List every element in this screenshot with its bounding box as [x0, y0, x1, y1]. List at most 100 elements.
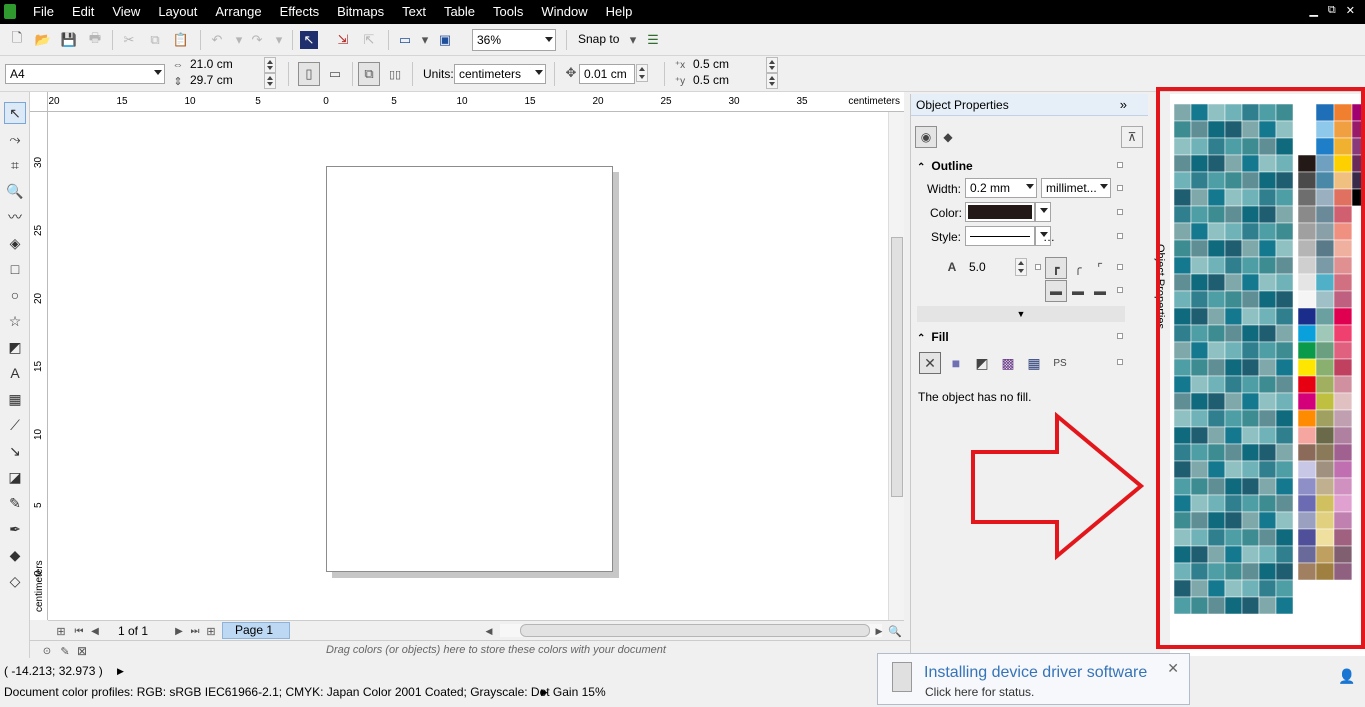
- menu-window[interactable]: Window: [532, 0, 596, 24]
- menu-table[interactable]: Table: [435, 0, 484, 24]
- all-pages-icon[interactable]: ⧉: [358, 62, 380, 86]
- horizontal-ruler[interactable]: 20 15 10 5 0 5 10 15 20 25 30 35 centime…: [48, 92, 904, 112]
- cut-icon[interactable]: ✂: [120, 31, 138, 49]
- basic-shapes-tool-icon[interactable]: ◩: [4, 336, 26, 358]
- ruler-origin[interactable]: [30, 92, 48, 112]
- insert-page-after-icon[interactable]: ⊞: [202, 622, 220, 640]
- scrollbar-thumb[interactable]: [891, 237, 903, 497]
- insert-page-before-icon[interactable]: ⊞: [52, 622, 70, 640]
- bevel-join-icon[interactable]: ⌜: [1089, 257, 1111, 279]
- ellipse-tool-icon[interactable]: ○: [4, 284, 26, 306]
- expand-arrow-icon[interactable]: ▶: [117, 661, 124, 681]
- drop-shadow-tool-icon[interactable]: ◪: [4, 466, 26, 488]
- current-page-icon[interactable]: ▯▯: [384, 64, 406, 84]
- no-color-swatch[interactable]: ⊠: [73, 642, 91, 660]
- document-color-profiles[interactable]: Document color profiles: RGB: sRGB IEC61…: [4, 682, 606, 702]
- scrollbar-thumb[interactable]: [520, 624, 870, 637]
- horizontal-scrollbar[interactable]: [500, 624, 882, 637]
- freehand-tool-icon[interactable]: 〰: [4, 206, 26, 228]
- eyedropper-tool-icon[interactable]: ✎: [4, 492, 26, 514]
- outline-width-select[interactable]: 0.2 mm: [965, 178, 1037, 198]
- more-options-button[interactable]: …: [1043, 230, 1055, 244]
- units-select[interactable]: centimeters: [454, 64, 546, 84]
- user-icon[interactable]: 👤: [1338, 667, 1356, 685]
- search-content-icon[interactable]: ↖: [300, 31, 318, 49]
- scroll-left-icon[interactable]: ◀: [480, 622, 498, 640]
- menu-bitmaps[interactable]: Bitmaps: [328, 0, 393, 24]
- outline-tab-icon[interactable]: ◉: [915, 126, 937, 148]
- color-dropdown[interactable]: [1035, 202, 1051, 222]
- duplicate-y-input[interactable]: 0.5 cm: [689, 73, 765, 90]
- menu-text[interactable]: Text: [393, 0, 435, 24]
- fill-tool-icon[interactable]: ◆: [4, 544, 26, 566]
- application-launcher-icon[interactable]: ▭: [396, 31, 414, 49]
- dimension-tool-icon[interactable]: ⟋: [4, 414, 26, 436]
- smart-fill-tool-icon[interactable]: ◈: [4, 232, 26, 254]
- expand-outline-button[interactable]: ▼: [917, 306, 1125, 322]
- menu-tools[interactable]: Tools: [484, 0, 532, 24]
- page-width-spinner[interactable]: [264, 57, 276, 73]
- miter-spinner[interactable]: [1015, 258, 1027, 276]
- paste-icon[interactable]: 📋: [172, 31, 190, 49]
- menu-help[interactable]: Help: [597, 0, 642, 24]
- round-join-icon[interactable]: ╭: [1067, 257, 1089, 279]
- pattern-fill-icon[interactable]: ▩: [997, 352, 1019, 374]
- fountain-fill-icon[interactable]: ◩: [971, 352, 993, 374]
- landscape-icon[interactable]: ▭: [324, 64, 346, 84]
- snap-to-button[interactable]: Snap to: [578, 29, 619, 49]
- close-notification-icon[interactable]: ✕: [1167, 660, 1179, 677]
- new-document-icon[interactable]: 🗋: [8, 30, 26, 49]
- page-height-input[interactable]: 29.7 cm: [186, 73, 262, 90]
- postscript-fill-icon[interactable]: PS: [1049, 352, 1071, 374]
- docker-options-icon[interactable]: ⊼: [1121, 126, 1143, 148]
- uniform-fill-icon[interactable]: ■: [945, 352, 967, 374]
- vertical-ruler[interactable]: 30 25 20 15 10 5 0 centimeters: [30, 112, 48, 620]
- document-palette[interactable]: ⊙ ✎ ⊠ Drag colors (or objects) here to s…: [30, 640, 910, 660]
- page-size-select[interactable]: A4: [5, 64, 165, 84]
- minimize-icon[interactable]: ▁: [1309, 4, 1317, 17]
- redo-dropdown-icon[interactable]: ▾: [270, 31, 288, 49]
- collapse-docker-icon[interactable]: »: [1120, 94, 1127, 116]
- menu-layout[interactable]: Layout: [149, 0, 206, 24]
- shape-tool-icon[interactable]: ⤳: [4, 128, 26, 150]
- outline-style-select[interactable]: [965, 226, 1035, 246]
- drawing-canvas[interactable]: [48, 112, 888, 620]
- options-icon[interactable]: ☰: [644, 31, 662, 49]
- page-height-spinner[interactable]: [264, 73, 276, 89]
- print-icon[interactable]: 🖶: [86, 30, 104, 49]
- page-tab[interactable]: Page 1: [222, 622, 291, 639]
- fill-tab-icon[interactable]: ◆: [937, 126, 959, 148]
- texture-fill-icon[interactable]: ▦: [1023, 352, 1045, 374]
- vertical-scrollbar[interactable]: [888, 112, 904, 620]
- menu-view[interactable]: View: [103, 0, 149, 24]
- connector-tool-icon[interactable]: ↘: [4, 440, 26, 462]
- eyedropper-icon[interactable]: ✎: [56, 642, 74, 660]
- pick-tool-icon[interactable]: ↖: [4, 102, 26, 124]
- table-tool-icon[interactable]: ▦: [4, 388, 26, 410]
- close-icon[interactable]: ✕: [1346, 4, 1355, 17]
- import-icon[interactable]: ⇲: [334, 31, 352, 49]
- snap-dropdown-icon[interactable]: ▾: [624, 31, 642, 49]
- welcome-screen-icon[interactable]: ▣: [436, 31, 454, 49]
- interactive-fill-tool-icon[interactable]: ◇: [4, 570, 26, 592]
- zoom-level-select[interactable]: 36%: [472, 29, 556, 51]
- nudge-distance-input[interactable]: 0.01 cm: [579, 64, 635, 84]
- expand-arrow-icon[interactable]: ▶: [541, 682, 548, 702]
- menu-file[interactable]: File: [24, 0, 63, 24]
- navigator-zoom-icon[interactable]: 🔍: [886, 622, 904, 640]
- driver-install-notification[interactable]: Installing device driver software Click …: [877, 653, 1190, 705]
- nudge-spinner[interactable]: [636, 64, 648, 82]
- menu-effects[interactable]: Effects: [271, 0, 329, 24]
- export-icon[interactable]: ⇱: [360, 31, 378, 49]
- save-icon[interactable]: 💾: [60, 31, 78, 49]
- polygon-tool-icon[interactable]: ☆: [4, 310, 26, 332]
- outline-section-header[interactable]: ⌃ Outline: [917, 159, 973, 173]
- menu-arrange[interactable]: Arrange: [206, 0, 270, 24]
- text-tool-icon[interactable]: A: [4, 362, 26, 384]
- launcher-dropdown-icon[interactable]: ▾: [416, 31, 434, 49]
- menu-edit[interactable]: Edit: [63, 0, 103, 24]
- crop-tool-icon[interactable]: ⌗: [4, 154, 26, 176]
- prev-page-icon[interactable]: ◀: [86, 622, 104, 640]
- redo-icon[interactable]: ↷: [248, 31, 266, 49]
- document-page[interactable]: [326, 166, 613, 572]
